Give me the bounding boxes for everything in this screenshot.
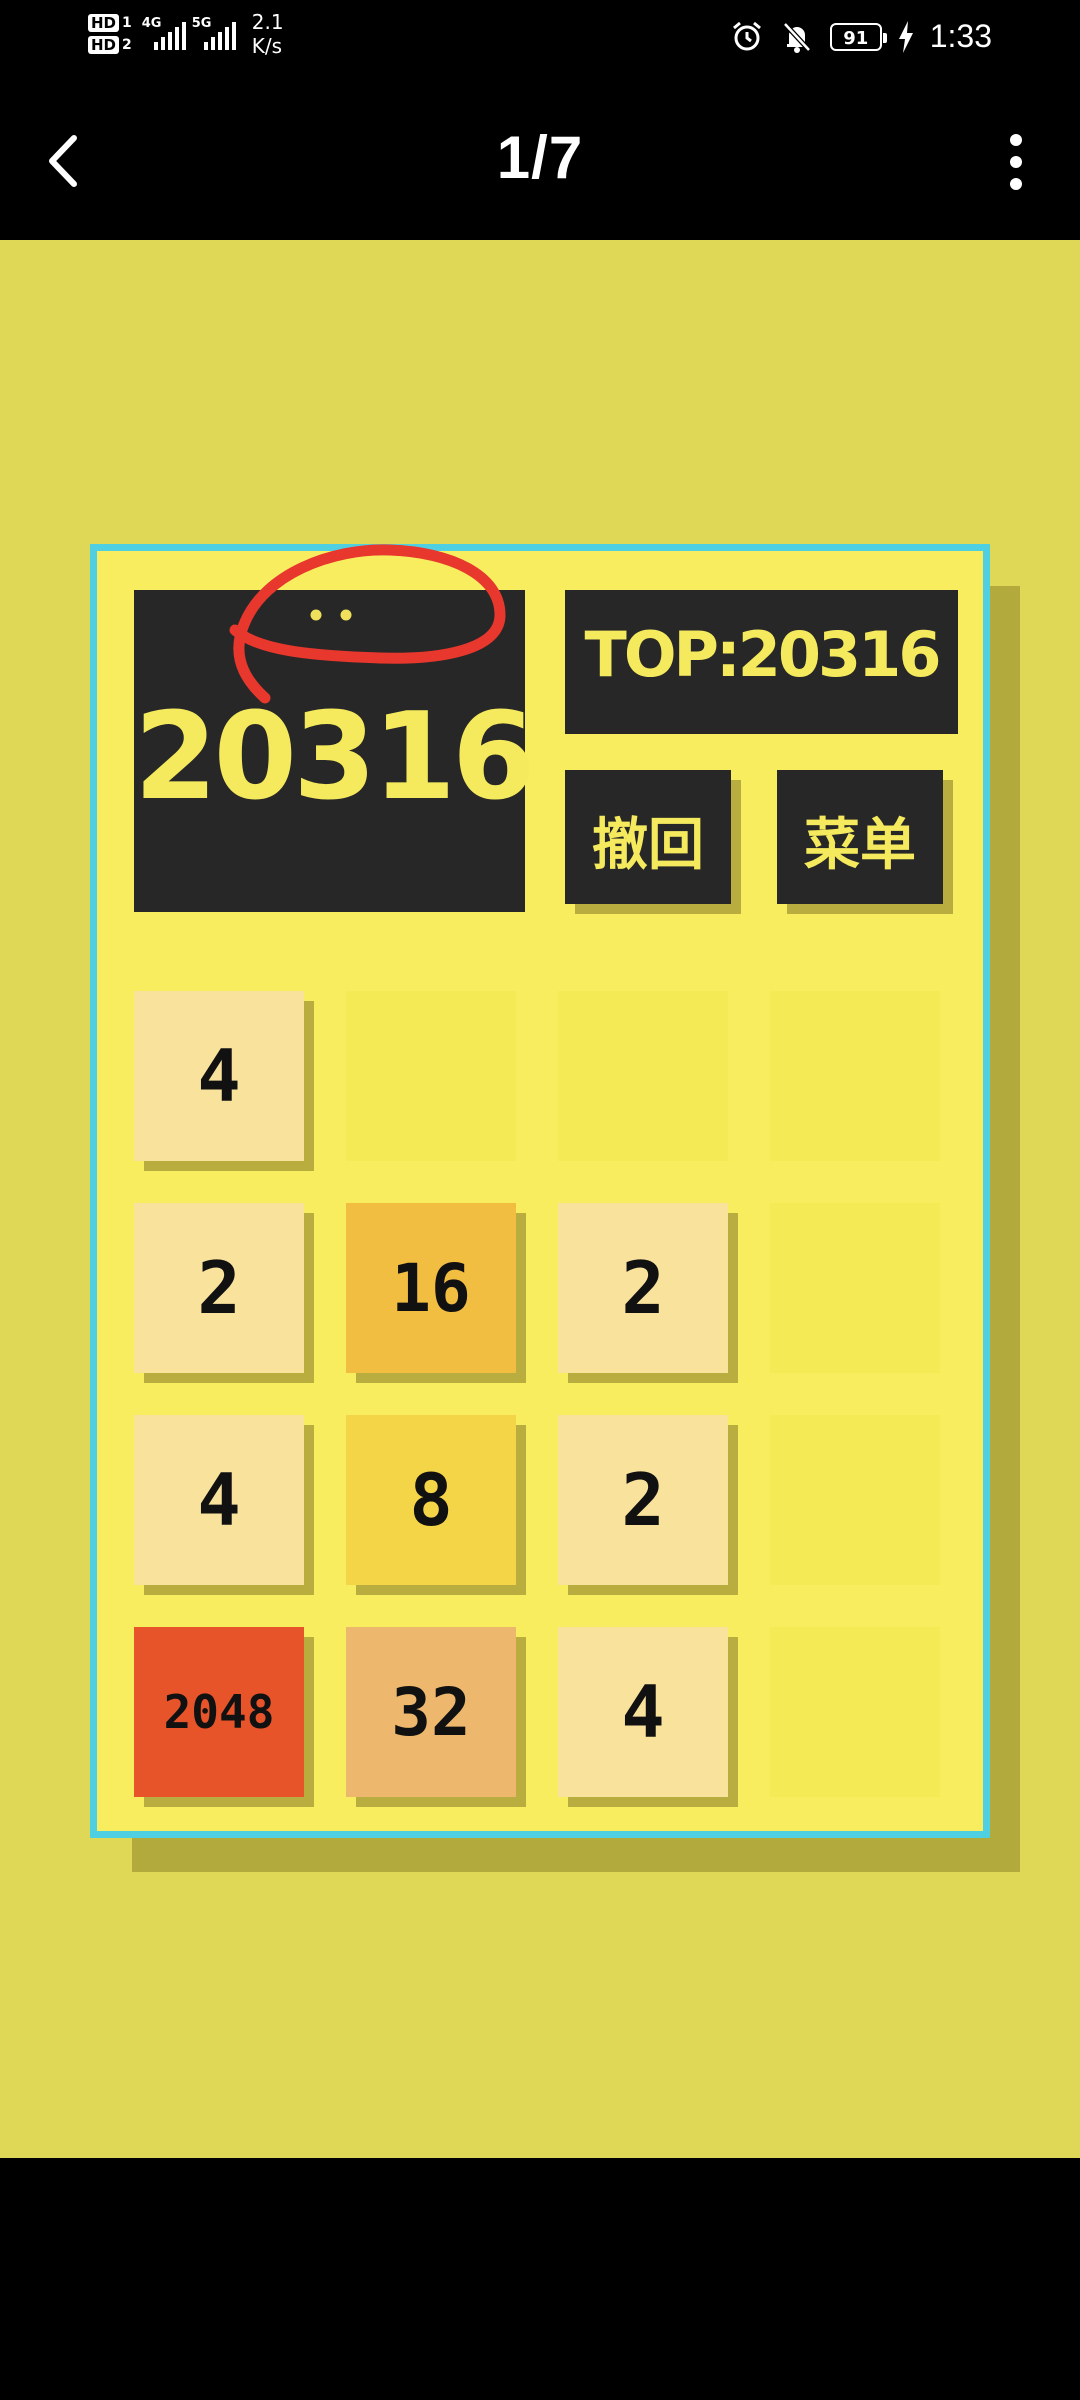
sim-indicators: HD 1 HD 2 bbox=[88, 14, 132, 54]
tile: 4 bbox=[134, 1415, 304, 1585]
game-board: 20316 TOP:20316 撤回 菜单 4 2 16 2 4 8 2 2048 32 4 bbox=[90, 544, 990, 1838]
face-eye-right bbox=[340, 609, 352, 621]
signal-5g-icon: 5G bbox=[192, 14, 236, 54]
more-options-button[interactable] bbox=[996, 126, 1036, 196]
face-eye-left bbox=[310, 609, 322, 621]
sim1-hd-badge: HD bbox=[88, 14, 120, 32]
undo-button-label: 撤回 bbox=[592, 813, 704, 878]
clock-time: 1:33 bbox=[929, 18, 992, 54]
page-counter: 1/7 bbox=[496, 124, 584, 191]
empty-cell bbox=[346, 991, 516, 1161]
top-score-label: TOP:20316 bbox=[584, 618, 942, 691]
network-speed-unit: K/s bbox=[251, 34, 283, 58]
status-bar: HD 1 HD 2 4G 5G 2.1 K/s 91 1:33 bbox=[0, 0, 1080, 78]
tile: 2 bbox=[558, 1203, 728, 1373]
app-bar: 1/7 bbox=[0, 78, 1080, 240]
empty-cell bbox=[770, 991, 940, 1161]
tile: 2 bbox=[134, 1203, 304, 1373]
sim2-hd-badge: HD bbox=[88, 36, 120, 54]
tile: 16 bbox=[346, 1203, 516, 1373]
signal-4g-icon: 4G bbox=[142, 14, 186, 54]
more-vertical-icon bbox=[1010, 134, 1022, 190]
tile: 8 bbox=[346, 1415, 516, 1585]
sim1-number: 1 bbox=[122, 15, 132, 31]
empty-cell bbox=[770, 1627, 940, 1797]
empty-cell bbox=[770, 1203, 940, 1373]
tile: 4 bbox=[558, 1627, 728, 1797]
image-viewer[interactable]: 20316 TOP:20316 撤回 菜单 4 2 16 2 4 8 2 2048 32 4 bbox=[0, 240, 1080, 2158]
empty-cell bbox=[558, 991, 728, 1161]
network-speed: 2.1 K/s bbox=[252, 10, 284, 58]
menu-button-label: 菜单 bbox=[804, 813, 916, 878]
tile: 2048 bbox=[134, 1627, 304, 1797]
red-circle-annotation bbox=[229, 544, 506, 704]
top-score-panel: TOP:20316 bbox=[565, 590, 958, 734]
network-speed-value: 2.1 bbox=[251, 10, 284, 34]
tile: 32 bbox=[346, 1627, 516, 1797]
bottom-black-area bbox=[0, 2158, 1080, 2400]
charging-bolt-icon bbox=[898, 20, 913, 53]
alarm-icon bbox=[732, 21, 761, 50]
sim2-number: 2 bbox=[122, 37, 132, 53]
mute-bell-icon bbox=[782, 21, 811, 53]
tile: 4 bbox=[134, 991, 304, 1161]
empty-cell bbox=[770, 1415, 940, 1585]
tile: 2 bbox=[558, 1415, 728, 1585]
undo-button[interactable]: 撤回 bbox=[565, 770, 731, 904]
menu-button[interactable]: 菜单 bbox=[777, 770, 943, 904]
battery-indicator: 91 bbox=[829, 22, 887, 51]
